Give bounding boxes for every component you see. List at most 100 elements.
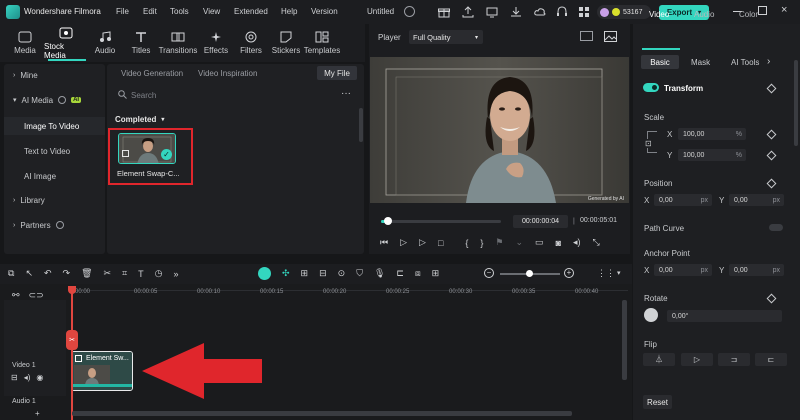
sidebar-item-text-to-video[interactable]: Text to Video	[4, 142, 105, 160]
anchor-y-field[interactable]: 0,00 px	[729, 264, 784, 276]
select-tool-icon[interactable]: ↖	[25, 268, 33, 279]
motion-icon[interactable]: ⊟	[319, 268, 327, 279]
properties-scrollbar[interactable]	[794, 60, 798, 146]
lock-icon[interactable]: ⊡	[645, 139, 652, 148]
position-y-field[interactable]: 0,00 px	[729, 194, 784, 206]
menu-extended[interactable]: Extended	[234, 7, 268, 16]
flip-vertical-icon[interactable]: ▷	[681, 353, 713, 366]
completed-dropdown[interactable]: Completed ▾	[115, 115, 164, 124]
record-icon[interactable]: ⊙	[338, 268, 346, 279]
fullscreen-icon[interactable]: ⤡	[593, 237, 600, 248]
grid-view-icon[interactable]	[580, 31, 593, 41]
more-options-icon[interactable]: ···	[341, 88, 351, 99]
more-tools-icon[interactable]: »	[174, 269, 179, 279]
play-back-icon[interactable]: ▷	[400, 237, 407, 248]
delete-icon[interactable]: 🗑	[81, 268, 92, 279]
scale-x-field[interactable]: 100,00%	[678, 128, 746, 140]
sidebar-item-mine[interactable]: › Mine	[4, 66, 105, 84]
caption-icon[interactable]: ⊏	[396, 268, 404, 279]
snapshot-image-icon[interactable]	[604, 31, 617, 42]
video-preview[interactable]: Generated by AI	[370, 57, 629, 203]
current-time[interactable]: 00:00:00:04	[513, 215, 568, 228]
tab-effects[interactable]: Effects	[196, 24, 236, 62]
screen-icon[interactable]	[486, 6, 498, 18]
track-audio-icon[interactable]: ◂)	[24, 373, 31, 382]
marker-icon[interactable]: ⚑	[495, 237, 503, 248]
subtab-video-inspiration[interactable]: Video Inspiration	[198, 69, 257, 78]
player-progress-track[interactable]	[381, 220, 501, 223]
menu-tools[interactable]: Tools	[170, 7, 189, 16]
upload-icon[interactable]	[462, 6, 474, 18]
grid-tool-icon[interactable]: ⊞	[432, 268, 440, 279]
split-marker-icon[interactable]: ✂	[66, 330, 78, 350]
sidebar-item-image-to-video[interactable]: Image To Video	[4, 117, 105, 135]
headset-icon[interactable]	[556, 6, 568, 18]
flip-horizontal-icon[interactable]: ⏃	[643, 353, 675, 366]
tab-audio-props[interactable]: Audio	[694, 10, 714, 19]
sidebar-item-library[interactable]: › Library	[4, 191, 105, 209]
stop-icon[interactable]: □	[438, 238, 443, 248]
credits-badge[interactable]: 53167	[597, 5, 651, 19]
tab-video[interactable]: Video	[649, 10, 669, 19]
layout-icon[interactable]: ⧉	[8, 268, 14, 279]
play-icon[interactable]: ▷	[419, 237, 426, 248]
path-curve-toggle[interactable]	[769, 224, 783, 231]
player-progress-knob[interactable]	[383, 217, 392, 225]
menu-file[interactable]: File	[116, 7, 129, 16]
scale-y-field[interactable]: 100,00%	[678, 149, 746, 161]
cloud-icon[interactable]	[534, 6, 546, 18]
ai-assistant-icon[interactable]	[258, 267, 271, 280]
timeline-v-scrollbar[interactable]	[622, 300, 627, 380]
shield-icon[interactable]: ⛉	[356, 268, 363, 279]
playhead-handle[interactable]	[68, 286, 76, 294]
menu-view[interactable]: View	[203, 7, 220, 16]
subtab-video-generation[interactable]: Video Generation	[121, 69, 183, 78]
text-tool-icon[interactable]: T	[138, 269, 144, 279]
mark-out-icon[interactable]: }	[480, 238, 483, 248]
apps-grid-icon[interactable]	[578, 6, 590, 18]
transform-toggle[interactable]	[643, 83, 659, 92]
reset-button[interactable]: Reset	[643, 395, 672, 409]
subtab-basic[interactable]: Basic	[641, 55, 679, 69]
split-scissors-icon[interactable]: ✂	[104, 268, 112, 279]
tab-transitions[interactable]: Transitions	[158, 24, 198, 62]
project-info-icon[interactable]	[404, 6, 415, 17]
camera-icon[interactable]: ◙	[556, 238, 561, 248]
pip-icon[interactable]: ⧈	[415, 268, 421, 279]
mark-in-icon[interactable]: {	[465, 238, 468, 248]
timeline-menu-icon[interactable]: ▾	[617, 269, 621, 277]
redo-icon[interactable]: ↷	[63, 268, 71, 279]
rotate-dial[interactable]	[644, 308, 658, 322]
tab-stickers[interactable]: Stickers	[266, 24, 306, 62]
previous-frame-icon[interactable]: ⏮	[380, 237, 388, 248]
rotate-field[interactable]: 0,00°	[667, 310, 782, 322]
sidebar-item-ai-media[interactable]: ▾ AI Media AI	[4, 91, 105, 109]
tab-color[interactable]: Color	[739, 10, 758, 19]
subtab-ai-tools[interactable]: AI Tools	[731, 58, 759, 67]
tab-filters[interactable]: Filters	[231, 24, 271, 62]
menu-version[interactable]: Version	[311, 7, 338, 16]
zoom-out-icon[interactable]: −	[484, 268, 494, 278]
tab-audio[interactable]: Audio	[85, 24, 125, 62]
track-folder-icon[interactable]: ⊟	[11, 373, 18, 382]
rotate-right-icon[interactable]: ⊐	[718, 353, 750, 366]
fit-icon[interactable]: ⋮⋮	[597, 268, 615, 279]
playhead-line[interactable]	[71, 286, 73, 420]
help-icon[interactable]	[55, 221, 64, 229]
content-scrollbar[interactable]	[359, 108, 363, 142]
dropdown-icon[interactable]: ⌄	[516, 237, 524, 248]
quality-select[interactable]: Full Quality ▾	[409, 30, 483, 44]
position-x-field[interactable]: 0,00 px	[654, 194, 712, 206]
tab-media[interactable]: Media	[5, 24, 45, 62]
help-icon[interactable]	[58, 96, 67, 104]
timer-icon[interactable]: ◷	[155, 268, 163, 279]
search-input[interactable]: Search	[131, 91, 156, 100]
volume-icon[interactable]: ◂)	[573, 237, 581, 248]
monitor-icon[interactable]: ▭	[535, 237, 544, 248]
crop-icon[interactable]: ⌗	[122, 268, 127, 279]
zoom-in-icon[interactable]: +	[564, 268, 574, 278]
anchor-x-field[interactable]: 0,00 px	[654, 264, 712, 276]
menu-help[interactable]: Help	[281, 7, 297, 16]
timeline-h-scrollbar[interactable]	[72, 411, 572, 416]
mic-icon[interactable]: 🎙	[374, 268, 385, 279]
